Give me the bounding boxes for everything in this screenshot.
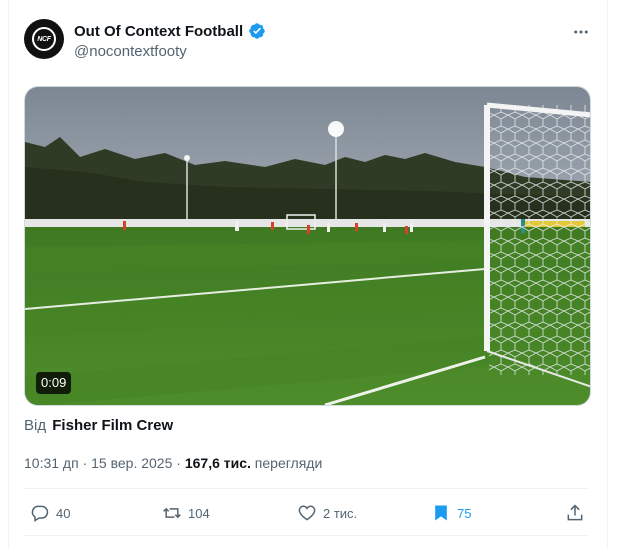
source-prefix: Від <box>24 417 47 434</box>
heart-icon <box>298 505 316 521</box>
author-display-name[interactable]: Out Of Context Football <box>74 23 243 40</box>
views-label: перегляди <box>254 455 323 471</box>
reply-icon <box>31 505 49 522</box>
author-name-row: Out Of Context Football <box>74 22 266 40</box>
tweet-card: NCF Out Of Context Football @nocontextfo… <box>0 0 626 549</box>
like-count: 2 тис. <box>323 505 358 521</box>
video-player[interactable] <box>24 86 591 406</box>
meta-separator: · <box>82 455 88 471</box>
video-frame <box>25 87 590 405</box>
repost-count: 104 <box>188 505 210 521</box>
divider <box>24 488 588 489</box>
reply-button[interactable]: 40 <box>30 502 70 524</box>
verified-badge-icon[interactable] <box>248 22 266 40</box>
reply-count: 40 <box>56 505 71 521</box>
author-handle[interactable]: @nocontextfooty <box>74 43 187 60</box>
avatar-logo: NCF <box>32 27 56 51</box>
tweet-meta: 10:31 дп · 15 вер. 2025 · 167,6 тис. пер… <box>24 455 322 471</box>
avatar[interactable]: NCF <box>24 19 64 59</box>
like-button[interactable]: 2 тис. <box>297 502 357 524</box>
tweet-date[interactable]: 15 вер. 2025 <box>91 455 172 471</box>
share-button[interactable] <box>565 502 585 524</box>
tweet-time[interactable]: 10:31 дп <box>24 455 79 471</box>
share-icon <box>567 504 583 521</box>
source-link[interactable]: Fisher Film Crew <box>52 417 173 434</box>
more-options-icon[interactable] <box>571 22 591 42</box>
video-source-attribution: Від Fisher Film Crew <box>24 417 173 434</box>
repost-icon <box>163 507 181 519</box>
views-count: 167,6 тис. <box>184 455 251 471</box>
avatar-logo-text: NCF <box>37 35 51 43</box>
divider-bottom <box>24 535 588 536</box>
bookmark-icon <box>435 505 447 521</box>
bookmark-button[interactable]: 75 <box>431 502 471 524</box>
meta-separator-2: · <box>176 455 181 471</box>
bookmark-count: 75 <box>457 505 472 521</box>
video-duration-badge: 0:09 <box>36 372 72 394</box>
repost-button[interactable]: 104 <box>162 502 210 524</box>
